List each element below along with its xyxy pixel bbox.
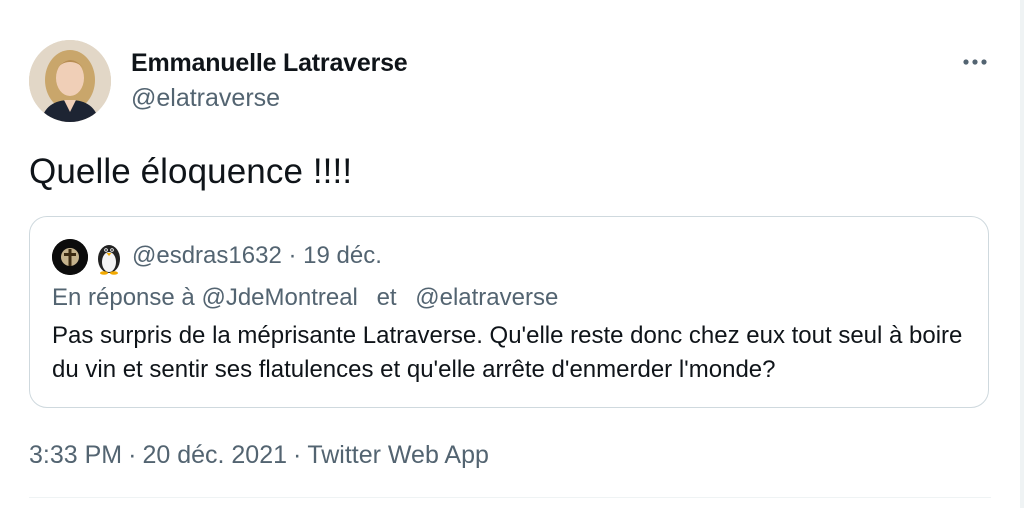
reply-prefix: En réponse à	[52, 284, 195, 311]
tweet: Emmanuelle Latraverse @elatraverse Quell…	[0, 0, 1024, 508]
penguin-emoji-icon	[94, 239, 124, 275]
quoted-separator: ·	[288, 242, 297, 269]
tweet-text: Quelle éloquence !!!!	[29, 152, 353, 191]
meta-separator: ·	[293, 441, 302, 469]
quoted-author-avatar[interactable]	[52, 239, 88, 275]
tweet-source[interactable]: Twitter Web App	[307, 441, 489, 469]
reply-mention-1[interactable]: @JdeMontreal	[201, 284, 357, 311]
quoted-tweet[interactable]: @esdras1632 · 19 déc. En réponse à @JdeM…	[29, 216, 989, 408]
tweet-meta: 3:33 PM · 20 déc. 2021 · Twitter Web App	[29, 438, 489, 472]
meta-separator: ·	[128, 441, 137, 469]
more-horizontal-icon	[963, 59, 987, 65]
quoted-reply-context: En réponse à @JdeMontreal et @elatravers…	[52, 281, 558, 315]
more-button[interactable]	[958, 48, 994, 76]
right-border	[1020, 0, 1024, 508]
author-name[interactable]: Emmanuelle Latraverse	[131, 47, 408, 79]
tweet-date[interactable]: 20 déc. 2021	[142, 441, 287, 469]
divider	[29, 497, 991, 498]
reply-mention-2[interactable]: @elatraverse	[415, 284, 558, 311]
quoted-date[interactable]: 19 déc.	[303, 242, 382, 269]
quoted-header: @esdras1632 · 19 déc.	[132, 239, 382, 273]
author-handle[interactable]: @elatraverse	[131, 82, 280, 114]
tweet-time[interactable]: 3:33 PM	[29, 441, 122, 469]
quoted-tweet-text: Pas surpris de la méprisante Latraverse.…	[52, 322, 963, 383]
author-avatar[interactable]	[29, 40, 111, 122]
quoted-author-handle[interactable]: @esdras1632	[132, 242, 282, 269]
reply-and: et	[376, 284, 397, 311]
